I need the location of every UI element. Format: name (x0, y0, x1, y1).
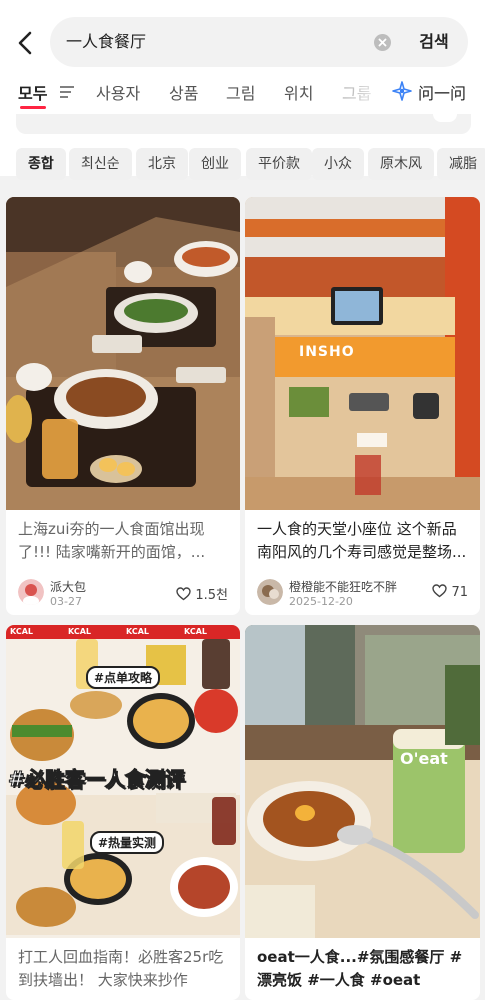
search-bar: 검색 (50, 17, 468, 67)
feed-card[interactable]: INSHO 一人食的天堂小座位 这个新品南阳风的几个寿司感觉是整场... 橙橙能… (245, 197, 480, 615)
kcal-label: KCAL (68, 627, 91, 636)
chip-beijing[interactable]: 北京 (136, 148, 188, 180)
close-icon (378, 38, 387, 47)
kcal-label: KCAL (10, 627, 33, 636)
chip-wood-style[interactable]: 原木风 (368, 148, 434, 180)
kcal-label: KCAL (184, 627, 207, 636)
author-name: 橙橙能不能狂吃不胖 (289, 580, 398, 594)
heart-icon (432, 584, 448, 598)
oeat-cafe-photo (245, 625, 480, 938)
like-count-value: 71 (451, 585, 468, 600)
chip-niche[interactable]: 小众 (312, 148, 364, 180)
feed-card[interactable]: 上海zui夯的一人食面馆出现了!!! 陆家嘴新开的面馆，... 派大包 03-2… (6, 197, 240, 615)
post-date: 2025-12-20 (289, 595, 353, 608)
clear-search-button[interactable] (374, 34, 391, 51)
tabs-fade (340, 76, 388, 110)
feed-card[interactable]: KCAL KCAL KCAL KCAL #点单攻略 #必胜客一人食测评 #热量实… (6, 625, 240, 1000)
avatar (257, 579, 283, 605)
card-image: INSHO (245, 197, 480, 510)
like-count[interactable]: 1.5천 (176, 584, 228, 603)
cup-logo-text: O'eat (400, 749, 448, 768)
image-tag: #热量实测 (90, 831, 165, 854)
post-date: 03-27 (50, 595, 82, 608)
like-count-value: 1.5천 (195, 588, 228, 603)
feed-card[interactable]: O'eat oeat一人食...#氛围感餐厅 #漂亮饭 #一人食 #oeat #… (245, 625, 480, 1000)
search-tabs: 모두 사용자 상품 그림 위치 그룹 问一问 (0, 76, 485, 110)
ask-label: 问一问 (418, 84, 467, 103)
card-title: 上海zui夯的一人食面馆出现了!!! 陆家嘴新开的面馆，... (18, 520, 206, 561)
tab-products[interactable]: 상품 (169, 80, 198, 104)
filter-chips: 종합 최신순 北京 创业 平价款 小众 原木风 减脂 (0, 148, 485, 180)
tab-all-label: 모두 (18, 84, 48, 103)
sign-text: INSHO (299, 344, 355, 360)
tab-users[interactable]: 사용자 (96, 80, 140, 104)
sushi-counter-photo (245, 197, 480, 510)
back-button[interactable] (12, 26, 40, 60)
image-tag: #点单攻略 (86, 666, 161, 689)
filter-icon (60, 86, 75, 98)
card-image: O'eat (245, 625, 480, 938)
image-banner: #必胜客一人食测评 (8, 767, 186, 792)
kcal-label: KCAL (126, 627, 149, 636)
avatar (18, 579, 44, 605)
chip-startup[interactable]: 创业 (189, 148, 241, 180)
card-title: oeat一人食...#氛围感餐厅 #漂亮饭 #一人食 #oeat #brunch… (257, 948, 463, 989)
chip-low-fat[interactable]: 减脂 (437, 148, 485, 180)
tab-all[interactable]: 모두 (18, 80, 75, 104)
chevron-left-icon (18, 31, 32, 55)
ask-button[interactable]: 问一问 (392, 80, 467, 104)
tab-locations[interactable]: 위치 (284, 80, 313, 104)
search-button[interactable]: 검색 (408, 17, 460, 67)
card-image (6, 197, 240, 510)
sparkle-icon (392, 81, 412, 101)
collapsed-suggestion-strip (16, 114, 471, 134)
chip-overall[interactable]: 종합 (16, 148, 66, 180)
strip-handle (433, 114, 457, 122)
noodle-shop-photo (6, 197, 240, 510)
tab-images[interactable]: 그림 (226, 80, 255, 104)
card-title: 一人食的天堂小座位 这个新品南阳风的几个寿司感觉是整场... (257, 520, 467, 561)
chip-affordable[interactable]: 平价款 (246, 148, 312, 180)
card-image: KCAL KCAL KCAL KCAL #点单攻略 #必胜客一人食测评 #热量实… (6, 625, 240, 938)
active-tab-indicator (20, 106, 46, 109)
author-name: 派大包 (50, 580, 87, 594)
card-title: 打工人回血指南！必胜客25r吃到扶墙出！ 大家快来抄作业！... (18, 948, 224, 989)
heart-icon (176, 587, 192, 601)
search-input[interactable] (66, 17, 366, 67)
chip-latest[interactable]: 최신순 (69, 148, 132, 180)
like-count[interactable]: 71 (432, 584, 468, 600)
